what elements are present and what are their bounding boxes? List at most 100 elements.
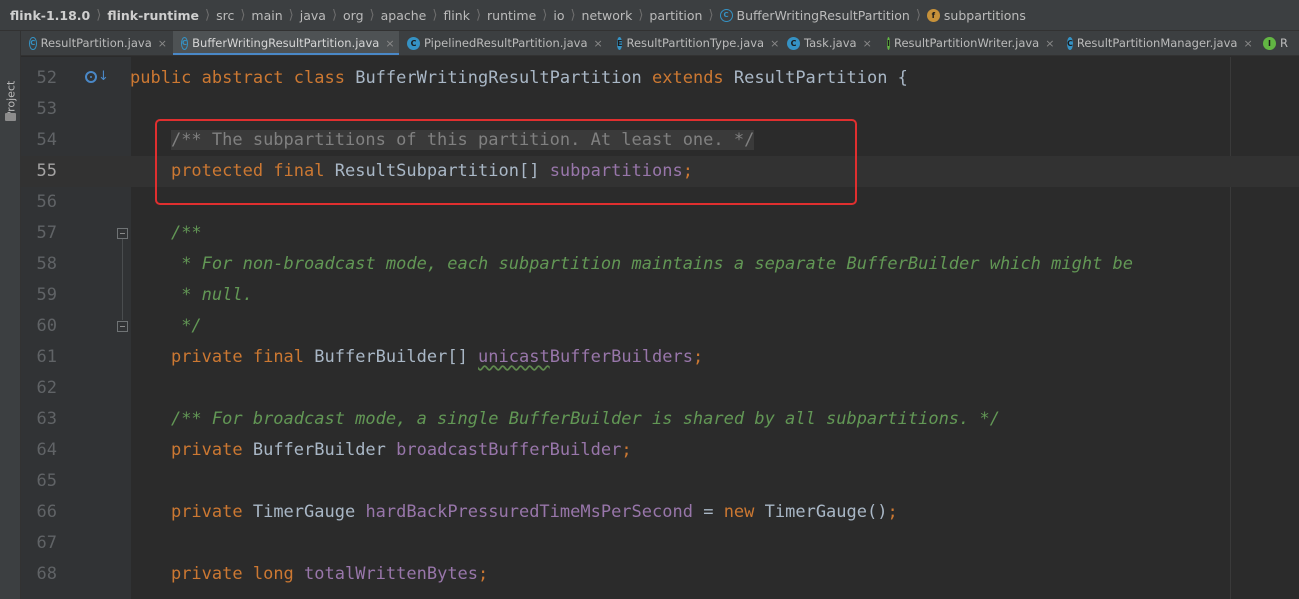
editor-tab[interactable]: C Task.java × (779, 31, 879, 55)
code-text: /** For broadcast mode, a single BufferB… (130, 404, 1000, 435)
code-line[interactable]: 58 * For non-broadcast mode, each subpar… (21, 249, 1299, 280)
code-line[interactable]: 67 (21, 528, 1299, 559)
code-token: ResultPartition (733, 68, 898, 88)
fold-collapse-icon[interactable] (117, 228, 128, 239)
editor-tab[interactable]: C PipelinedResultPartition.java × (399, 31, 609, 55)
code-token: ; (693, 347, 704, 367)
code-line[interactable]: 56 (21, 187, 1299, 218)
close-tab-icon[interactable]: × (594, 37, 603, 50)
code-line[interactable]: 64 private BufferBuilder broadcastBuffer… (21, 435, 1299, 466)
code-token: private (170, 347, 253, 367)
code-line[interactable]: 54 /** The subpartitions of this partiti… (21, 125, 1299, 156)
code-line[interactable]: 68 private long totalWrittenBytes; (21, 559, 1299, 590)
breadcrumb-item[interactable]: f subpartitions (926, 8, 1026, 23)
breadcrumb-label: main (251, 7, 283, 23)
tab-label: Task.java (804, 36, 857, 50)
code-line[interactable]: 63 /** For broadcast mode, a single Buff… (21, 404, 1299, 435)
breadcrumb-label: org (343, 7, 364, 23)
abstract-class-icon: C (29, 36, 37, 50)
breadcrumb-separator: ⟩ (96, 7, 102, 23)
breadcrumb-item[interactable]: C BufferWritingResultPartition (719, 8, 910, 23)
breadcrumb-item[interactable]: io (553, 8, 564, 23)
code-text: /** (130, 218, 202, 249)
folder-icon (5, 113, 16, 121)
breadcrumb-item[interactable]: org (343, 8, 364, 23)
code-editor[interactable]: ↓ 52 public abstract class BufferWritingR… (21, 57, 1299, 599)
breadcrumb-separator: ⟩ (369, 7, 375, 23)
breadcrumb-item[interactable]: main (251, 8, 282, 23)
line-number: 56 (36, 192, 57, 212)
code-token: ResultSubpartition (334, 161, 519, 181)
tab-label: ResultPartition.java (40, 36, 152, 50)
line-number: 58 (36, 254, 57, 274)
code-line[interactable]: 52 public abstract class BufferWritingRes… (21, 63, 1299, 94)
editor-tab[interactable]: I ResultPartitionWriter.java × (879, 31, 1059, 55)
code-token: subpartitions (549, 161, 683, 181)
close-tab-icon[interactable]: × (158, 37, 167, 50)
code-line[interactable]: 53 (21, 94, 1299, 125)
breadcrumb-item[interactable]: flink-runtime (107, 8, 199, 23)
code-token: ; (621, 440, 632, 460)
code-line[interactable]: 59 * null. (21, 280, 1299, 311)
line-number: 52 (36, 68, 57, 88)
line-number: 60 (36, 316, 57, 336)
editor-tab[interactable]: C ResultPartition.java × (21, 31, 173, 55)
breadcrumb-separator: ⟩ (570, 7, 576, 23)
code-line[interactable]: 62 (21, 373, 1299, 404)
code-text: private TimerGauge hardBackPressuredTime… (130, 497, 898, 528)
code-line[interactable]: 57 /** (21, 218, 1299, 249)
breadcrumb-label: flink (443, 7, 470, 23)
code-token: extends (652, 68, 734, 88)
breadcrumb-item[interactable]: network (582, 8, 633, 23)
code-text: * For non-broadcast mode, each subpartit… (130, 249, 1133, 280)
tab-label: PipelinedResultPartition.java (424, 36, 588, 50)
editor-tab[interactable]: C ResultPartitionManager.java × (1059, 31, 1255, 55)
close-tab-icon[interactable]: × (863, 37, 872, 50)
breadcrumb-item[interactable]: runtime (487, 8, 536, 23)
code-token: [] (518, 161, 550, 181)
fold-end-icon[interactable] (117, 321, 128, 332)
breadcrumb-label: flink-runtime (107, 7, 200, 23)
close-tab-icon[interactable]: × (385, 37, 394, 50)
code-token: final (273, 161, 335, 181)
code-text: public abstract class BufferWritingResul… (130, 63, 908, 94)
line-number: 63 (36, 409, 57, 429)
code-token: TimerGauge (764, 502, 867, 522)
breadcrumb-item[interactable]: java (300, 8, 326, 23)
breadcrumb-item[interactable]: partition (649, 8, 702, 23)
breadcrumb-item[interactable]: apache (381, 8, 427, 23)
tab-label: ResultPartitionManager.java (1076, 36, 1238, 50)
breadcrumb-separator: ⟩ (708, 7, 714, 23)
code-token: /** For broadcast mode, a single BufferB… (170, 409, 1000, 429)
close-tab-icon[interactable]: × (1045, 37, 1054, 50)
close-tab-icon[interactable]: × (770, 37, 779, 50)
editor-tab[interactable]: C BufferWritingResultPartition.java × (173, 31, 399, 55)
editor-tab[interactable]: E ResultPartitionType.java × (609, 31, 779, 55)
code-token: * null. (170, 285, 253, 305)
code-line[interactable]: 60 */ (21, 311, 1299, 342)
code-token: long (252, 564, 305, 584)
abstract-class-icon: C (719, 8, 733, 22)
breadcrumb-item[interactable]: flink (443, 8, 470, 23)
code-token: BufferWritingResultPartition (355, 68, 653, 88)
code-line[interactable]: 65 (21, 466, 1299, 497)
code-token: /** The subpartitions of this partition.… (170, 130, 755, 150)
code-token: { (897, 68, 908, 88)
close-tab-icon[interactable]: × (1243, 37, 1252, 50)
code-token: /** (170, 223, 202, 243)
breadcrumb-item[interactable]: flink-1.18.0 (10, 8, 90, 23)
editor-tab[interactable]: IR (1255, 31, 1299, 55)
code-line[interactable]: 66 private TimerGauge hardBackPressuredT… (21, 497, 1299, 528)
line-number: 54 (36, 130, 57, 150)
breadcrumb-item[interactable]: src (216, 8, 234, 23)
code-line[interactable]: 55 protected final ResultSubpartition[] … (21, 156, 1299, 187)
breadcrumb-separator: ⟩ (475, 7, 482, 23)
code-token: totalWrittenBytes (304, 564, 479, 584)
line-number: 64 (36, 440, 57, 460)
line-number: 61 (36, 347, 57, 367)
code-line[interactable]: 61 private final BufferBuilder[] unicast… (21, 342, 1299, 373)
